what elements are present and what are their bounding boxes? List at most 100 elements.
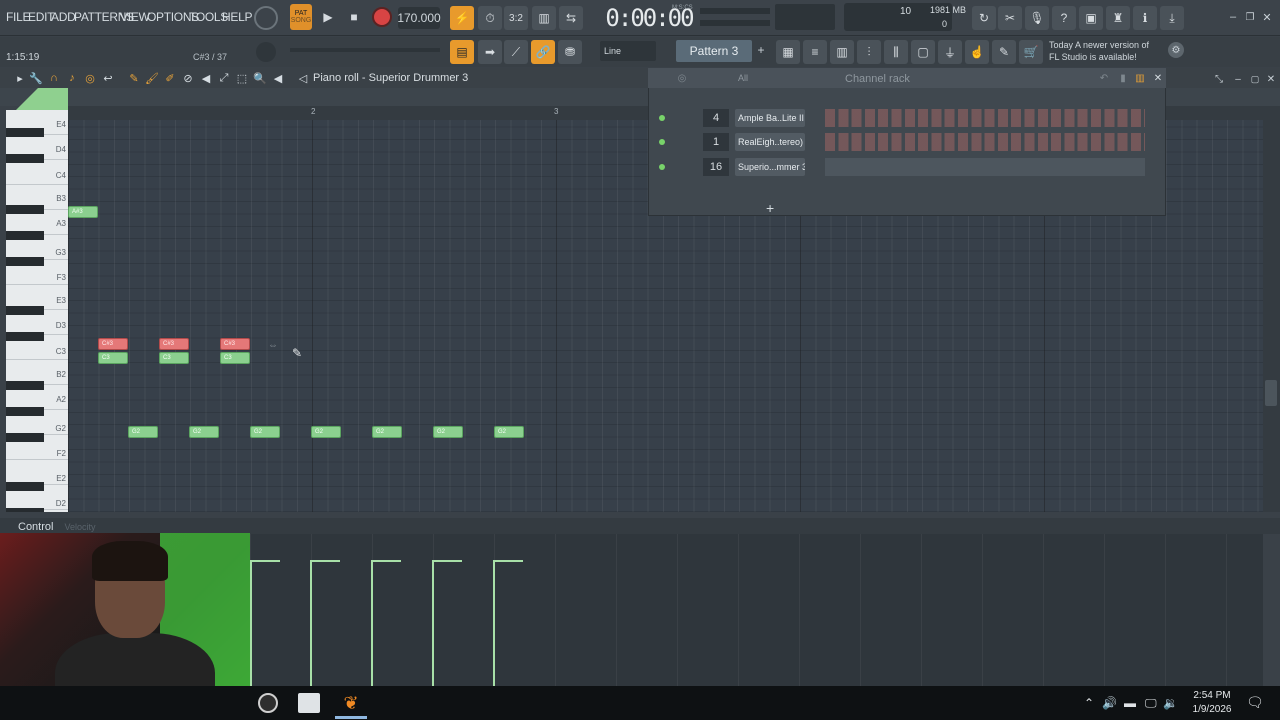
pencil-icon[interactable]: ✎ [992,40,1016,64]
pr-minimize-icon[interactable]: – [1231,72,1245,86]
zoom-tool-icon[interactable]: 🔍 [253,71,267,85]
tools-icon[interactable]: ✂ [998,6,1022,30]
info-icon[interactable]: ℹ [1133,6,1157,30]
black-key[interactable] [6,128,44,137]
play-button[interactable]: ▶ [317,6,339,28]
back-icon[interactable]: ↩ [101,71,115,85]
network-icon[interactable]: 🖵 [1145,696,1157,711]
note-c-3[interactable]: C3 [98,352,128,364]
channel-name-button[interactable]: RealEigh..tereo) [735,133,805,151]
cpu-knob[interactable] [256,42,276,62]
scrollbar-thumb[interactable] [1265,380,1277,406]
notifications-icon[interactable]: 🗨 [1246,694,1264,711]
snap-selector[interactable]: Line [600,41,656,61]
black-key[interactable] [6,407,44,416]
note-g-2[interactable]: G2 [311,426,341,438]
rack-steps-icon[interactable]: ▥ [1134,72,1146,84]
menu-arrow-icon[interactable]: ▸ [13,71,27,85]
mute-tool-icon[interactable]: ⊘ [181,71,195,85]
mixer-icon[interactable]: ⫼ [884,40,908,64]
menu-view[interactable]: VIEW [120,10,150,24]
countdown-icon[interactable]: ⏱ [478,6,502,30]
channel-row[interactable]: 1 RealEigh..tereo) [655,133,1155,153]
delete-tool-icon[interactable]: ✐ [163,71,177,85]
note-g-2[interactable]: G2 [128,426,158,438]
pr-maximize-icon[interactable]: ▢ [1248,72,1262,86]
step-edit-icon[interactable]: ▥ [532,6,556,30]
save-icon[interactable]: ▣ [1079,6,1103,30]
news-panel[interactable]: Today A newer version of FL Studio is av… [1049,39,1149,63]
record-button[interactable] [372,7,392,27]
channel-led-icon[interactable] [659,164,665,170]
black-key[interactable] [6,205,44,214]
black-key[interactable] [6,231,44,240]
black-key[interactable] [6,433,44,442]
master-volume-slider[interactable] [700,20,770,26]
note-g-2[interactable]: G2 [494,426,524,438]
news-settings-icon[interactable]: ⚙ [1168,42,1184,58]
magnet-tool-icon[interactable]: 🔧 [29,71,43,85]
master-pitch-slider[interactable] [700,8,770,14]
browser-icon[interactable]: ▢ [911,40,935,64]
note-g-2[interactable]: G2 [372,426,402,438]
playlist-icon[interactable]: ▤ [450,40,474,64]
stop-button[interactable]: ■ [343,6,365,28]
tray-chevron-icon[interactable]: ⌃ [1084,696,1094,710]
cart-icon[interactable]: 🛒 [1019,40,1043,64]
select-tool-icon[interactable]: ⬚ [235,71,249,85]
plugin-icon[interactable]: ⏚ [938,40,962,64]
black-key[interactable] [6,154,44,163]
black-key[interactable] [6,332,44,341]
speaker-icon[interactable]: ◁ [296,71,310,85]
velocity-lane[interactable] [250,534,1263,686]
song-position-slider[interactable] [290,48,440,52]
draw-tool-icon[interactable]: ✎ [127,71,141,85]
menu-file[interactable]: FILE [6,10,30,24]
piano-roll-preview[interactable] [825,158,1145,176]
brush-icon[interactable]: ⟋ [504,40,528,64]
speaker-tray-icon[interactable]: 🔉 [1163,696,1178,710]
pat-song-toggle[interactable]: PAT SONG [290,4,312,30]
volume-icon[interactable]: 🔊 [1102,696,1117,710]
note-c-3[interactable]: C3 [159,352,189,364]
black-key[interactable] [6,508,44,512]
mixer-track-number[interactable]: 1 [703,133,729,151]
file-explorer-icon[interactable] [298,693,320,713]
slip-tool-icon[interactable]: ◀ [199,71,213,85]
slice-tool-icon[interactable]: ⤢ [217,71,231,85]
help-icon[interactable]: ? [1052,6,1076,30]
channel-name-button[interactable]: Ample Ba..Lite II [735,109,805,127]
note-icon[interactable]: ♪ [65,71,79,85]
close-icon[interactable]: ✕ [1260,10,1274,24]
channel-name-button[interactable]: Superio...mmer 3 [735,158,805,176]
detach-icon[interactable]: ⤡ [1212,72,1226,86]
paint-tool-icon[interactable]: 🖌 [145,71,159,85]
undo-history-icon[interactable]: ↻ [972,6,996,30]
note-c-sharp-3[interactable]: C#3 [159,338,189,350]
piano-roll-view-icon[interactable]: ▥ [830,40,854,64]
microphone-icon[interactable]: 🎙 [1025,6,1049,30]
add-pattern-icon[interactable]: + [755,43,767,57]
obs-app-icon[interactable] [258,693,278,713]
tempo-display[interactable]: 170.000 [397,7,441,29]
note-c-sharp-3[interactable]: C#3 [220,338,250,350]
rack-undo-icon[interactable]: ↶ [1098,72,1110,84]
link-icon[interactable]: 🔗 [531,40,555,64]
mixer-view-icon[interactable]: ▦ [776,40,800,64]
add-channel-button[interactable]: + [766,200,774,216]
battery-icon[interactable]: ▬ [1124,696,1136,710]
blend-notes-icon[interactable]: 3:2 [504,6,528,30]
black-key[interactable] [6,257,44,266]
piano-keyboard[interactable]: E4 D4 C4 B3 A3 G3 F3 E3 D3 C3 B2 A2 G2 F2 E2 D2 [6,110,68,512]
stamp-icon[interactable]: ⛃ [558,40,582,64]
black-key[interactable] [6,381,44,390]
fl-studio-icon[interactable]: ❦ [340,691,362,715]
mixer-track-number[interactable]: 4 [703,109,729,127]
vertical-scrollbar[interactable] [1263,106,1280,512]
restore-icon[interactable]: ❐ [1243,10,1257,24]
control-lane-selector[interactable]: Control Velocity [18,521,96,533]
channel-rack-view-icon[interactable]: ⫶ [857,40,881,64]
menu-help[interactable]: HELP [222,10,252,24]
rack-close-icon[interactable]: ✕ [1152,72,1164,84]
step-sequencer[interactable] [825,109,1145,127]
